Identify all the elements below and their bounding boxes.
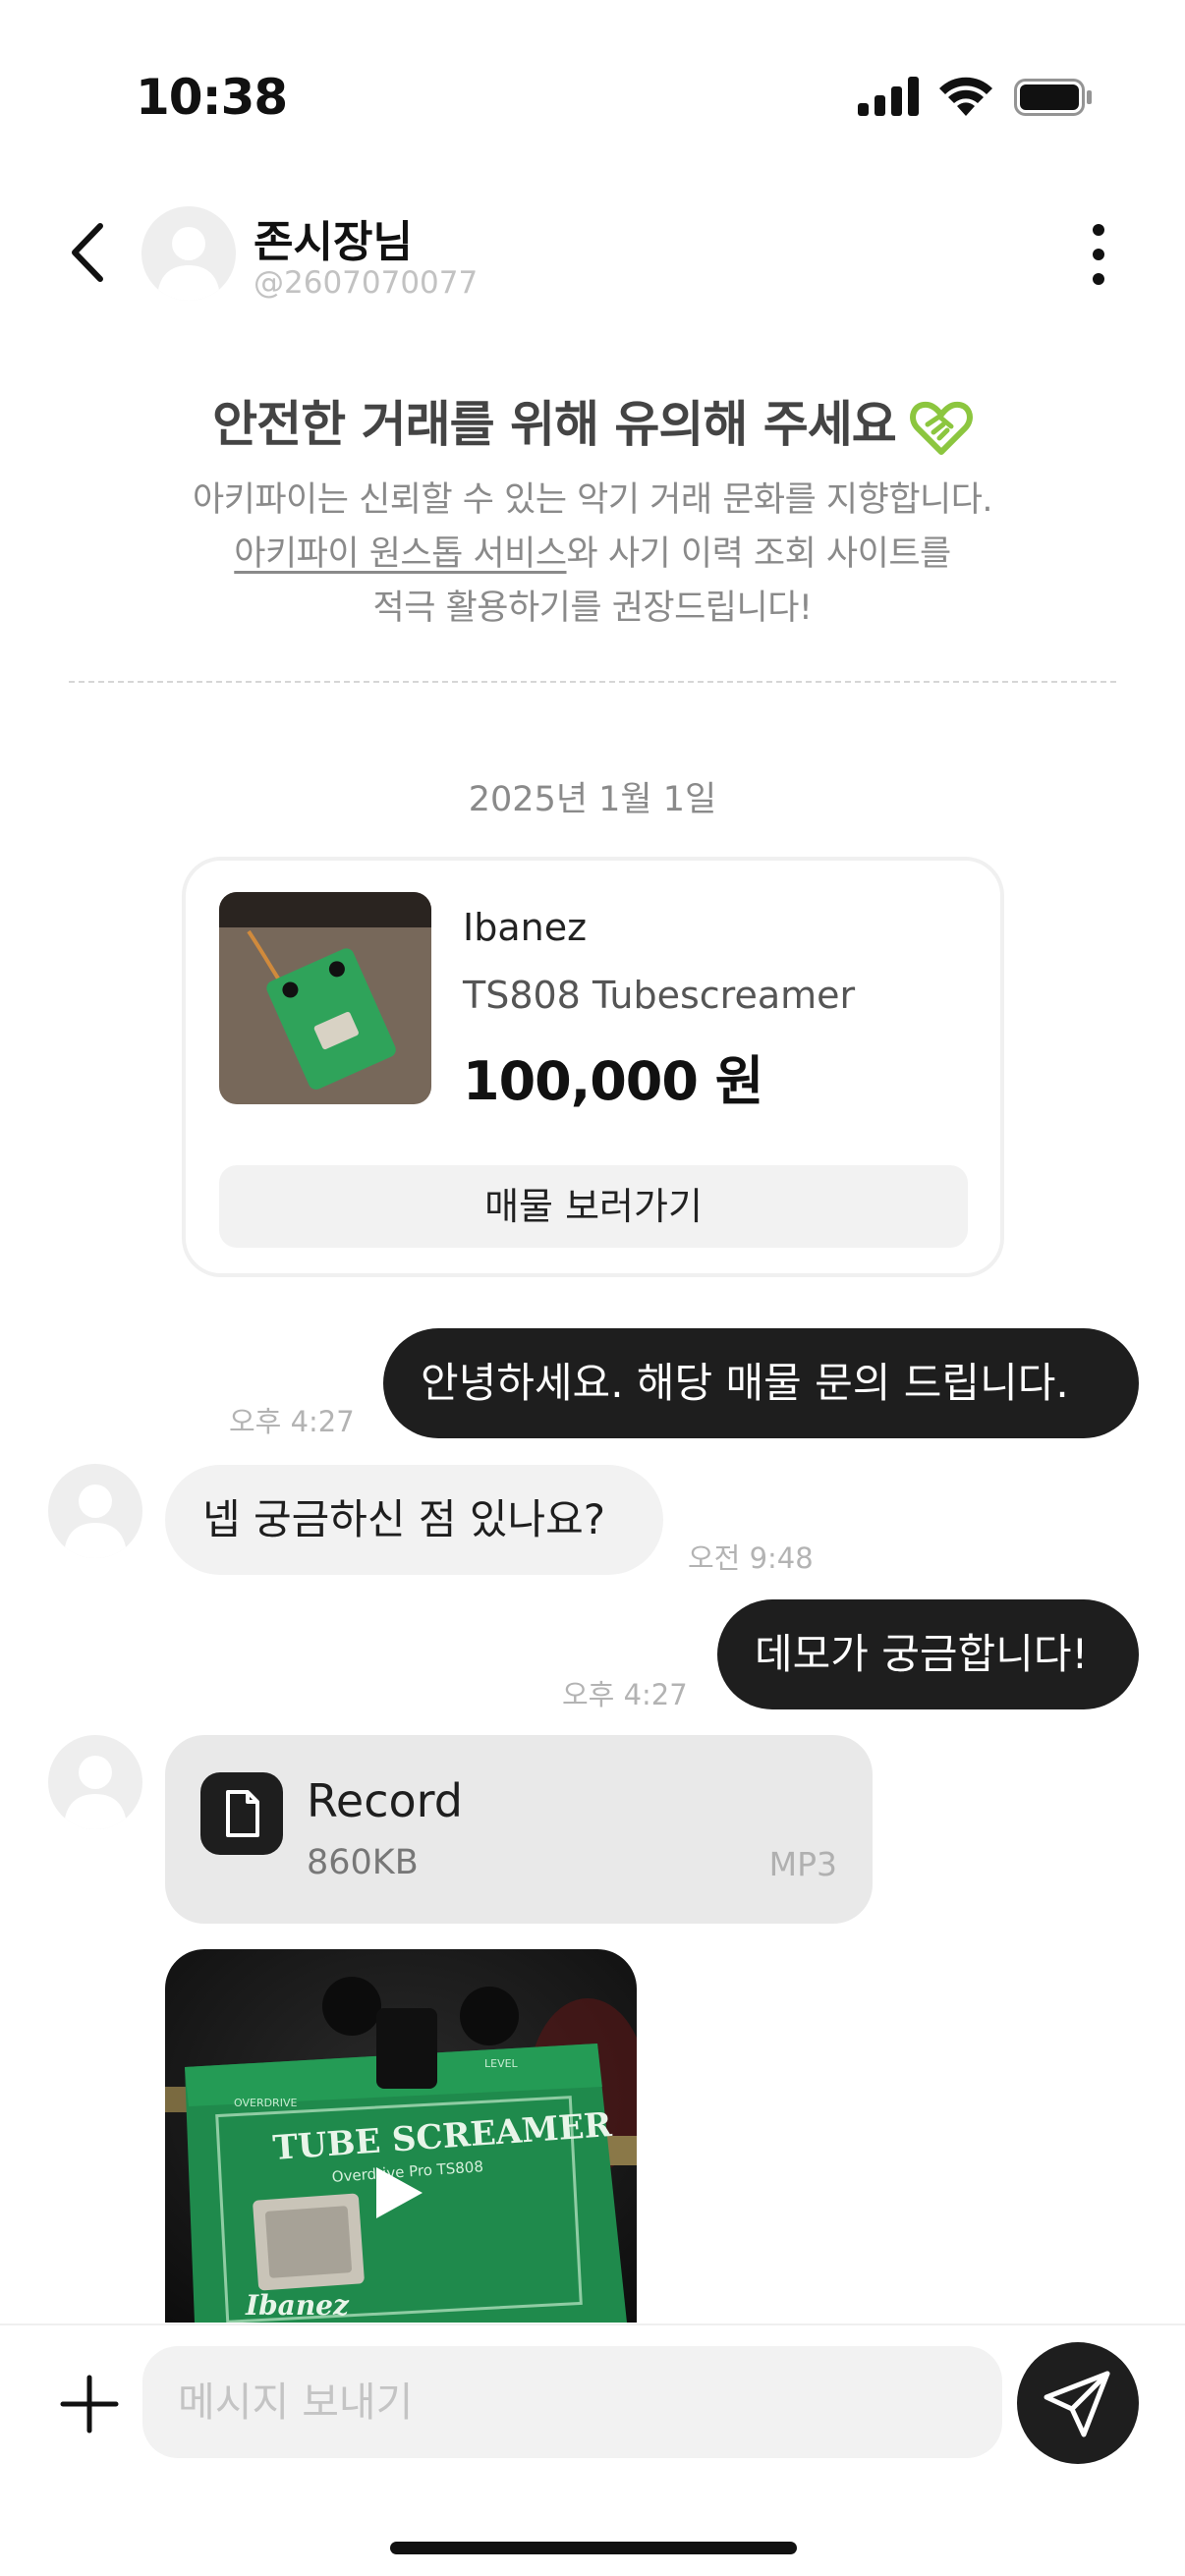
message-bubble-out[interactable]: 안녕하세요. 해당 매물 문의 드립니다. <box>383 1328 1139 1438</box>
contact-name: 존시장님 <box>254 217 413 267</box>
avatar[interactable] <box>141 206 236 301</box>
safety-notice-line2: 아키파이 원스톱 서비스와 사기 이력 조회 사이트를 <box>234 534 951 574</box>
message-bubble-out[interactable]: 데모가 궁금합니다! <box>717 1599 1139 1709</box>
cellular-signal-icon <box>858 77 919 116</box>
pedal-photo-image <box>219 892 431 1104</box>
onestop-service-link[interactable]: 아키파이 원스톱 서비스 <box>234 534 567 574</box>
message-input[interactable] <box>142 2346 1002 2458</box>
product-card: Ibanez TS808 Tubescreamer 100,000 원 매물 보… <box>182 857 1004 1277</box>
video-message[interactable]: OVERDRIVE LEVEL TUBE SCREAMER Overdrive … <box>165 1949 637 2323</box>
battery-icon <box>1014 79 1092 116</box>
wifi-icon <box>939 77 992 116</box>
message-time: 오후 4:27 <box>562 1678 688 1711</box>
avatar-placeholder-icon <box>157 227 220 301</box>
message-bubble-in[interactable]: 넵 궁금하신 점 있나요? <box>165 1465 663 1575</box>
message-time: 오전 9:48 <box>688 1541 814 1575</box>
plus-icon[interactable] <box>57 2372 122 2436</box>
contact-handle: @2607070077 <box>254 265 479 301</box>
file-size: 860KB <box>307 1843 419 1882</box>
more-vertical-icon[interactable] <box>1075 220 1122 289</box>
safety-notice-line1: 아키파이는 신뢰할 수 있는 악기 거래 문화를 지향합니다. <box>192 480 993 520</box>
avatar[interactable] <box>48 1464 142 1558</box>
file-type: MP3 <box>768 1845 837 1883</box>
product-price: 100,000 원 <box>463 1050 763 1112</box>
safety-notice-line3: 적극 활용하기를 권장드립니다! <box>372 588 813 628</box>
product-model: TS808 Tubescreamer <box>463 974 856 1017</box>
avatar-placeholder-icon <box>64 1484 127 1558</box>
pedal-video-thumbnail: OVERDRIVE LEVEL TUBE SCREAMER Overdrive … <box>165 1949 637 2323</box>
send-icon <box>1044 2371 1110 2437</box>
product-brand: Ibanez <box>463 906 588 949</box>
product-thumbnail[interactable] <box>219 892 431 1104</box>
dashed-divider <box>69 681 1116 683</box>
status-time: 10:38 <box>136 69 288 126</box>
file-attachment[interactable]: Record 860KB MP3 <box>165 1735 873 1924</box>
date-separator: 2025년 1월 1일 <box>468 780 717 819</box>
video-knob-label-overdrive: OVERDRIVE <box>234 2097 297 2109</box>
view-listing-button[interactable]: 매물 보러가기 <box>219 1165 968 1248</box>
avatar[interactable] <box>48 1735 142 1829</box>
avatar-placeholder-icon <box>64 1756 127 1829</box>
chevron-left-icon[interactable] <box>67 218 110 287</box>
file-name: Record <box>307 1774 463 1827</box>
video-knob-label-level: LEVEL <box>484 2057 519 2070</box>
home-indicator[interactable] <box>390 2542 797 2554</box>
document-icon <box>200 1772 283 1855</box>
send-button[interactable] <box>1017 2342 1139 2464</box>
safety-notice-title: 안전한 거래를 위해 유의해 주세요 <box>0 385 1185 458</box>
message-time: 오후 4:27 <box>229 1405 355 1438</box>
handshake-heart-icon <box>909 401 973 455</box>
video-pedal-logo: Ibanez <box>245 2289 350 2322</box>
